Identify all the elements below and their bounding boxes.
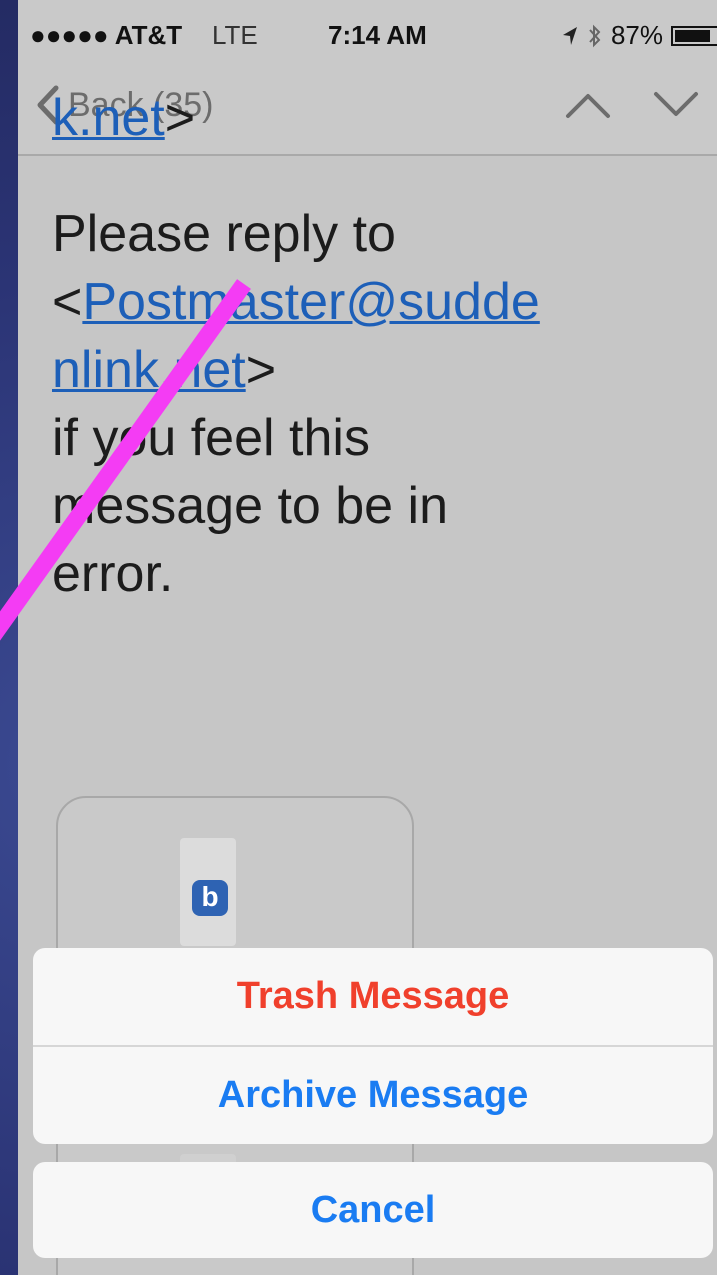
- attachment-app-badge: b: [192, 880, 228, 916]
- body-line-3: if you feel this: [52, 409, 370, 467]
- body-line-4: message to be in: [52, 477, 449, 535]
- battery-icon: [671, 25, 717, 46]
- attachment-file-icon: b: [180, 838, 236, 946]
- body-line-1: Please reply to: [52, 205, 396, 263]
- postmaster-link-part1[interactable]: Postmaster@sudde: [82, 273, 539, 331]
- link-close-bracket: >: [245, 341, 277, 399]
- postmaster-link-part2[interactable]: nlink.net: [52, 341, 246, 399]
- cut-off-bracket: >: [164, 89, 196, 147]
- cancel-button[interactable]: Cancel: [33, 1162, 713, 1258]
- email-line-2: nlink.net>: [52, 336, 712, 404]
- email-line-1: <Postmaster@sudde: [52, 268, 712, 336]
- body-line-5: error.: [52, 545, 174, 603]
- status-bar: ●●●●● AT&T LTE 7:14 AM 87%: [18, 0, 717, 62]
- status-right: 87%: [561, 20, 717, 51]
- carrier-label: ●●●●● AT&T: [30, 20, 183, 50]
- bluetooth-icon: [589, 24, 601, 47]
- link-open-bracket: <: [52, 273, 83, 331]
- cut-off-link[interactable]: k.net: [52, 89, 165, 147]
- cut-off-line: k.net>: [52, 84, 712, 152]
- clock: 7:14 AM: [328, 20, 427, 50]
- action-sheet: Trash Message Archive Message: [33, 948, 713, 1144]
- location-icon: [562, 26, 577, 45]
- battery-percent: 87%: [610, 20, 663, 50]
- network-label: LTE: [212, 20, 258, 50]
- archive-message-button[interactable]: Archive Message: [33, 1047, 713, 1144]
- message-body: k.net> Please reply to <Postmaster@sudde…: [52, 89, 712, 608]
- cancel-sheet: Cancel: [33, 1162, 713, 1258]
- phone-screen: ●●●●● AT&T LTE 7:14 AM 87% Back (35) k.n…: [18, 0, 717, 1275]
- reply-paragraph: Please reply to <Postmaster@sudde nlink.…: [52, 200, 712, 608]
- trash-message-button[interactable]: Trash Message: [33, 948, 713, 1045]
